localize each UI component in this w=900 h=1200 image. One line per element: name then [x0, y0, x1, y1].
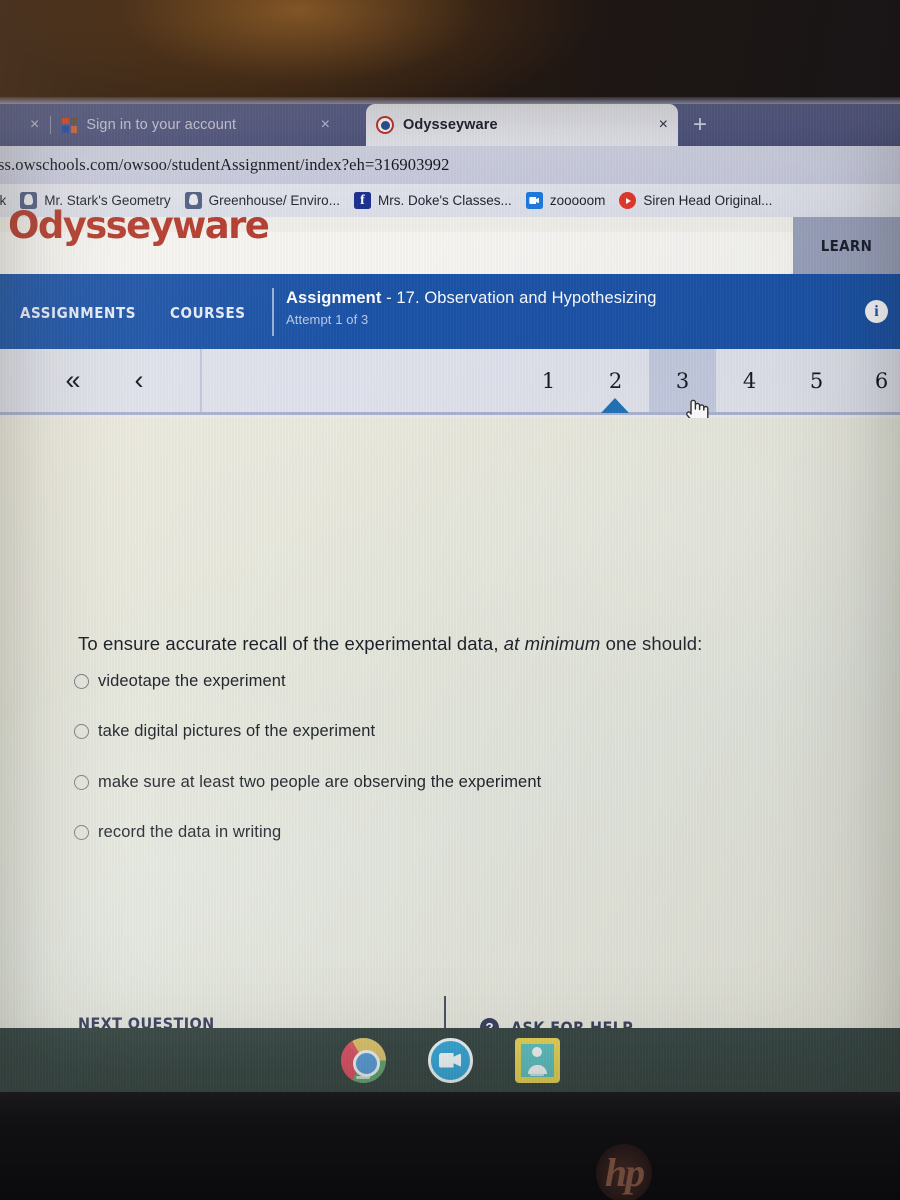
tab-leading-close-icon[interactable]: × [30, 117, 39, 133]
shelf-active-indicator [530, 1073, 544, 1076]
assignment-attempt: Attempt 1 of 3 [286, 312, 369, 327]
assignment-header: ASSIGNMENTS COURSES Assignment - 17. Obs… [0, 274, 900, 349]
bookmark-item-mrs-dokes-classes[interactable]: f Mrs. Doke's Classes... [353, 192, 512, 209]
info-icon[interactable]: i [865, 300, 888, 323]
nav-item-courses[interactable]: COURSES [170, 304, 246, 323]
radio-button-icon[interactable] [74, 674, 89, 689]
youtube-icon [619, 192, 637, 209]
browser-tab-sign-in[interactable]: × Sign in to your account × [20, 104, 340, 146]
odysseyware-logo: Odysseyware [8, 204, 270, 247]
app-brand-bar: Odysseyware LEARN [0, 204, 900, 274]
bookmark-label: zooooom [549, 193, 606, 208]
bookmark-item-zooooom[interactable]: zooooom [525, 192, 606, 209]
question-pagination-bar: « ‹ 1 2 3 4 5 6 [0, 349, 900, 425]
new-tab-button[interactable]: + [682, 104, 718, 146]
laptop-top-bezel [0, 0, 900, 104]
header-divider [272, 288, 274, 336]
tab-divider [50, 116, 52, 134]
nav-item-label: ASSIGNMENTS [20, 304, 137, 322]
laptop-screen: × Sign in to your account × Odysseyware … [0, 104, 900, 1092]
close-icon[interactable]: × [659, 117, 668, 133]
bookmark-item[interactable]: ok [0, 193, 6, 208]
answer-option-label: take digital pictures of the experiment [98, 722, 376, 740]
nav-item-assignments[interactable]: ASSIGNMENTS [20, 304, 136, 323]
bookmark-item-siren-head-original[interactable]: Siren Head Original... [619, 192, 772, 209]
assignment-info: Assignment - 17. Observation and Hypothe… [286, 289, 657, 327]
browser-tab-title: Odysseyware [403, 117, 498, 133]
page-number-4[interactable]: 4 [716, 349, 783, 412]
bookmark-label: Mrs. Doke's Classes... [377, 193, 512, 208]
question-content-area: To ensure accurate recall of the experim… [0, 418, 900, 1088]
odysseyware-icon [376, 116, 394, 134]
google-classroom-icon[interactable] [514, 1037, 560, 1083]
shelf-active-indicator [356, 1076, 370, 1079]
question-stem-part-1: To ensure accurate recall of the experim… [78, 633, 504, 654]
page-number-1[interactable]: 1 [515, 349, 582, 412]
zoom-icon [525, 192, 543, 209]
answer-option-label: record the data in writing [98, 823, 282, 841]
pagination-divider [200, 349, 202, 412]
browser-omnibox[interactable]: ss.owschools.com/owsoo/studentAssignment… [0, 146, 900, 184]
close-icon[interactable]: × [321, 117, 330, 133]
previous-page-button[interactable]: ‹ [110, 349, 168, 412]
first-page-button[interactable]: « [44, 349, 102, 412]
bookmark-label: Siren Head Original... [643, 193, 773, 208]
radio-button-icon[interactable] [74, 775, 89, 790]
facebook-icon: f [353, 192, 371, 209]
assignment-kind-label: Assignment [286, 289, 382, 307]
answer-option-1[interactable]: videotape the experiment [74, 672, 286, 691]
answer-option-4[interactable]: record the data in writing [74, 823, 281, 842]
bookmark-label: ok [0, 193, 7, 208]
page-number-3[interactable]: 3 [649, 349, 716, 412]
answer-option-label: videotape the experiment [98, 672, 286, 690]
answer-option-label: make sure at least two people are observ… [98, 773, 542, 791]
tab-learn[interactable]: LEARN [793, 217, 900, 274]
radio-button-icon[interactable] [74, 724, 89, 739]
url-text: ss.owschools.com/owsoo/studentAssignment… [0, 155, 450, 174]
chrome-icon[interactable] [340, 1037, 386, 1083]
radio-button-icon[interactable] [74, 825, 89, 840]
assignment-title-row: Assignment - 17. Observation and Hypothe… [286, 289, 657, 308]
browser-tab-title: Sign in to your account [86, 117, 237, 133]
current-question-marker [601, 398, 629, 413]
laptop-photo: × Sign in to your account × Odysseyware … [0, 0, 900, 1200]
answer-option-3[interactable]: make sure at least two people are observ… [74, 773, 541, 792]
microsoft-icon [62, 117, 78, 133]
page-number-5[interactable]: 5 [783, 349, 850, 412]
tab-learn-label: LEARN [820, 236, 873, 255]
laptop-bottom-bezel: hp [0, 1092, 900, 1200]
question-stem-part-2: one should: [600, 633, 703, 654]
browser-tab-odysseyware[interactable]: Odysseyware × [366, 104, 678, 146]
zoom-icon[interactable] [427, 1037, 473, 1083]
answer-option-2[interactable]: take digital pictures of the experiment [74, 722, 375, 741]
question-stem: To ensure accurate recall of the experim… [78, 633, 702, 655]
browser-tab-strip: × Sign in to your account × Odysseyware … [0, 104, 900, 146]
os-shelf [0, 1028, 900, 1092]
page-number-6[interactable]: 6 [848, 349, 900, 412]
hp-logo: hp [596, 1144, 652, 1200]
question-stem-emphasis: at minimum [503, 633, 601, 654]
nav-item-label: COURSES [170, 304, 246, 322]
page-title: - 17. Observation and Hypothesizing [381, 289, 657, 307]
